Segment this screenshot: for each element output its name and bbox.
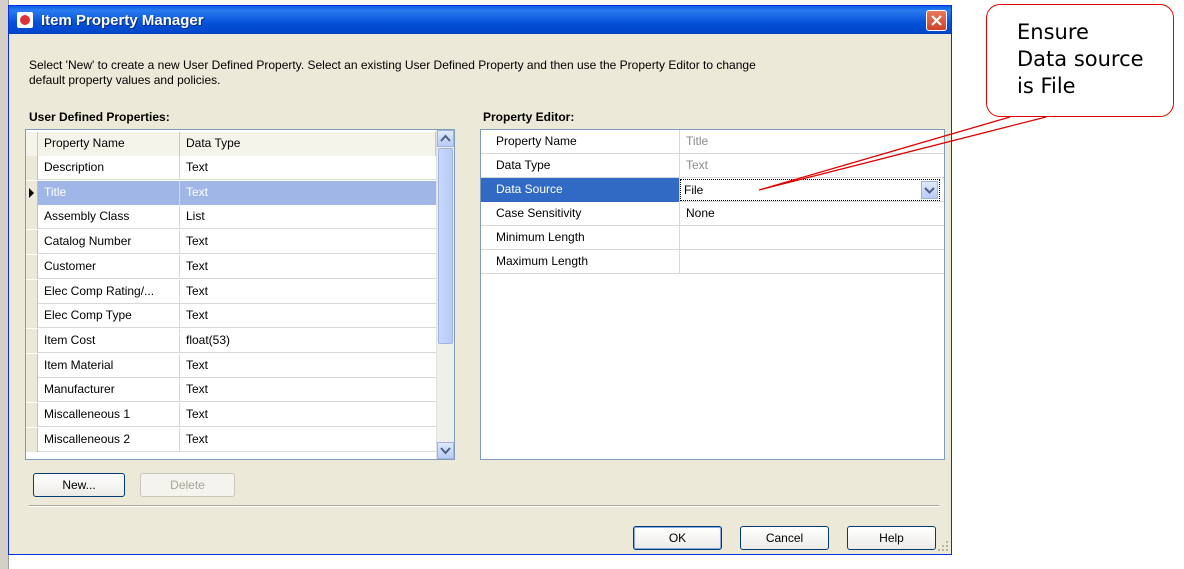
data-type-cell[interactable]: Text <box>180 354 436 378</box>
property-editor-value-cell: Text <box>686 158 709 172</box>
property-editor-row[interactable]: Property Name Title <box>481 130 944 154</box>
property-name-cell[interactable]: Elec Comp Type <box>38 304 180 329</box>
row-selector[interactable] <box>26 254 38 279</box>
row-selector[interactable] <box>26 427 38 452</box>
property-name-cell[interactable]: Title <box>38 180 180 205</box>
dropdown-arrow-button[interactable] <box>921 181 938 199</box>
instructions-text: Select 'New' to create a new User Define… <box>29 58 756 87</box>
data-type-cell[interactable]: Text <box>180 428 436 452</box>
row-selector[interactable] <box>26 378 38 403</box>
property-editor-row[interactable]: Minimum Length <box>481 226 944 250</box>
data-type-cell[interactable]: Text <box>180 403 436 427</box>
help-button[interactable]: Help <box>847 526 936 550</box>
table-row[interactable]: Miscalleneous 1 Text <box>26 403 436 427</box>
property-editor-row[interactable]: Data Source File <box>481 178 944 202</box>
property-editor-value-cell: Title <box>686 134 709 148</box>
row-selector[interactable] <box>26 328 38 353</box>
user-defined-properties-grid[interactable]: Property Name Data Type Description Text T… <box>25 129 455 460</box>
chevron-down-icon <box>924 187 935 194</box>
property-editor-value-cell[interactable] <box>680 226 942 250</box>
ok-button[interactable]: OK <box>633 526 722 550</box>
property-editor-label-cell: Case Sensitivity <box>481 202 680 226</box>
table-row[interactable]: Item Material Text <box>26 353 436 378</box>
table-row[interactable]: Manufacturer Text <box>26 378 436 403</box>
property-editor-label-cell: Maximum Length <box>481 250 680 274</box>
new-button[interactable]: New... <box>33 473 125 497</box>
row-selector[interactable] <box>26 180 38 205</box>
table-row[interactable]: Elec Comp Type Text <box>26 304 436 329</box>
chevron-down-icon <box>440 447 451 455</box>
data-type-cell[interactable]: Text <box>180 378 436 402</box>
property-editor-grid[interactable]: Property Name Title Data Type Text Data Sour… <box>480 129 945 460</box>
delete-button[interactable]: Delete <box>140 473 235 497</box>
close-button[interactable] <box>926 10 947 31</box>
scroll-thumb[interactable] <box>438 148 453 344</box>
property-name-cell[interactable]: Description <box>38 156 180 180</box>
property-editor-label-cell: Data Type <box>481 154 680 178</box>
property-editor-label: Property Editor: <box>483 110 575 124</box>
table-row[interactable]: Customer Text <box>26 254 436 279</box>
table-row[interactable]: Title Text <box>26 180 436 205</box>
property-editor-label-cell: Property Name <box>481 130 680 154</box>
property-name-cell[interactable]: Miscalleneous 1 <box>38 403 180 427</box>
callout-box: Ensure Data source is File <box>986 4 1174 117</box>
property-editor-row[interactable]: Maximum Length <box>481 250 944 274</box>
data-type-cell[interactable]: Text <box>180 304 436 328</box>
scroll-down-button[interactable] <box>437 442 454 459</box>
property-editor-label-cell: Minimum Length <box>481 226 680 250</box>
data-source-value: File <box>684 183 704 197</box>
property-editor-row[interactable]: Data Type Text <box>481 154 944 178</box>
row-selector[interactable] <box>26 353 38 378</box>
property-name-cell[interactable]: Item Material <box>38 353 180 378</box>
property-name-cell[interactable]: Manufacturer <box>38 378 180 403</box>
item-property-manager-dialog: Item Property Manager Select 'New' to cr… <box>8 5 952 555</box>
property-editor-value-cell[interactable]: None <box>680 202 942 226</box>
property-editor-value-cell[interactable] <box>680 250 942 274</box>
row-selector[interactable] <box>26 279 38 304</box>
property-name-cell[interactable]: Miscalleneous 2 <box>38 427 180 452</box>
property-name-cell[interactable]: Catalog Number <box>38 230 180 255</box>
grid-header-row: Property Name Data Type <box>26 132 436 156</box>
scroll-up-button[interactable] <box>437 130 454 147</box>
separator <box>29 505 939 507</box>
row-selector[interactable] <box>26 304 38 329</box>
table-row[interactable]: Miscalleneous 2 Text <box>26 427 436 452</box>
property-editor-row[interactable]: Case Sensitivity None <box>481 202 944 226</box>
data-type-cell[interactable]: float(53) <box>180 329 436 353</box>
cancel-button[interactable]: Cancel <box>740 526 829 550</box>
current-row-arrow-icon <box>29 187 34 198</box>
data-type-cell[interactable]: Text <box>180 156 436 180</box>
data-source-dropdown[interactable]: File <box>680 179 940 201</box>
table-row[interactable]: Catalog Number Text <box>26 230 436 255</box>
data-type-cell[interactable]: Text <box>180 230 436 254</box>
row-selector[interactable] <box>26 230 38 255</box>
property-name-cell[interactable]: Item Cost <box>38 328 180 353</box>
data-type-cell[interactable]: Text <box>180 255 436 279</box>
app-icon <box>17 12 33 28</box>
row-selector[interactable] <box>26 403 38 427</box>
column-header-property-name[interactable]: Property Name <box>38 132 180 156</box>
table-row[interactable]: Assembly Class List <box>26 205 436 230</box>
property-name-cell[interactable]: Customer <box>38 254 180 279</box>
chevron-up-icon <box>440 134 451 142</box>
row-selector[interactable] <box>26 156 38 180</box>
table-row[interactable]: Item Cost float(53) <box>26 328 436 353</box>
row-selector[interactable] <box>26 205 38 230</box>
property-name-cell[interactable]: Elec Comp Rating/... <box>38 279 180 304</box>
title-bar[interactable]: Item Property Manager <box>9 6 951 34</box>
data-type-cell[interactable]: List <box>180 205 436 229</box>
column-header-data-type[interactable]: Data Type <box>180 132 436 156</box>
property-editor-label-cell: Data Source <box>481 178 680 202</box>
vertical-scrollbar[interactable] <box>436 130 454 459</box>
window-title: Item Property Manager <box>41 12 204 29</box>
table-row[interactable]: Elec Comp Rating/... Text <box>26 279 436 304</box>
close-icon <box>931 15 942 26</box>
callout-text: Ensure Data source is File <box>1017 20 1144 98</box>
resize-grip-icon[interactable] <box>937 540 949 552</box>
property-name-cell[interactable]: Assembly Class <box>38 205 180 230</box>
user-defined-properties-label: User Defined Properties: <box>29 110 170 124</box>
data-type-cell[interactable]: Text <box>180 180 436 205</box>
table-row[interactable]: Description Text <box>26 156 436 180</box>
data-type-cell[interactable]: Text <box>180 280 436 304</box>
